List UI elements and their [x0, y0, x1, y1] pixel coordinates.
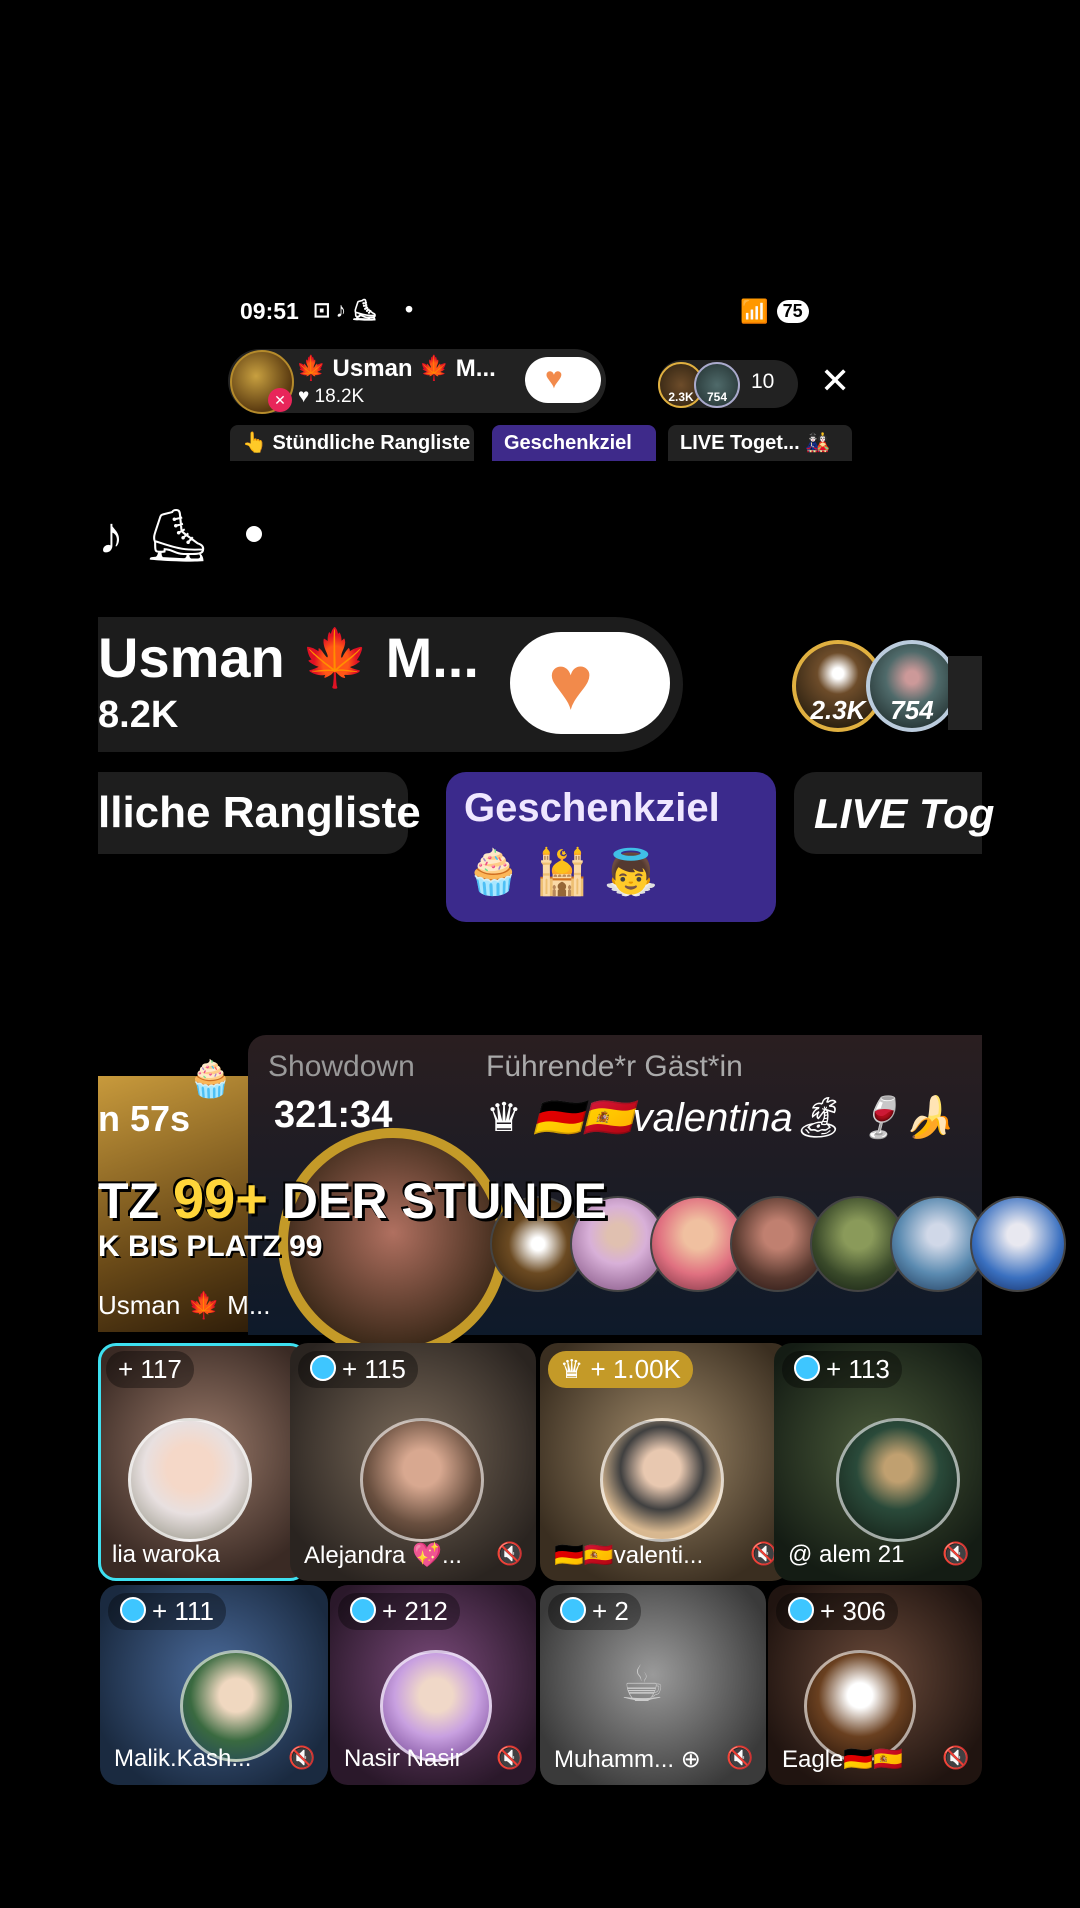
guest-name: 🇩🇪🇪🇸valenti... — [554, 1542, 704, 1569]
guest-score: ♛ + 1.00K — [560, 1354, 681, 1384]
zoomed-status-dot — [246, 526, 262, 542]
gem-icon — [350, 1597, 376, 1623]
guest-score: + 111 — [152, 1596, 214, 1626]
zoomed-host-likes: 8.2K — [98, 694, 179, 736]
gem-icon — [788, 1597, 814, 1623]
guest-score-badge: ♛ + 1.00K — [548, 1351, 693, 1388]
viewer-count[interactable]: 10 — [751, 370, 774, 394]
rank-timer: n 57s — [98, 1098, 191, 1139]
guest-avatar[interactable] — [360, 1418, 484, 1542]
tab-live-together[interactable]: LIVE Toget... 🎎 — [668, 425, 852, 461]
leading-guest-label: Führende*r Gäst*in — [486, 1050, 743, 1083]
rank-number: 99+ — [172, 1167, 268, 1230]
guest-score-badge: + 113 — [782, 1351, 902, 1388]
zoomed-app-icons: ♪⛸ — [98, 507, 231, 565]
rank-headline: TZ 99+ DER STUNDE — [98, 1166, 607, 1231]
guest-name: Alejandra 💖... — [304, 1542, 462, 1569]
zoomed-heart-icon: ♥ — [548, 641, 594, 726]
guest-name: lia waroka — [112, 1541, 221, 1568]
status-app-icons: ⊡♪⛸ — [313, 299, 383, 322]
close-icon[interactable]: ✕ — [820, 360, 850, 402]
gem-icon — [560, 1597, 586, 1623]
guest-score-badge: + 306 — [776, 1593, 898, 1630]
guest-score: + 115 — [342, 1354, 406, 1384]
gift-goal-icons: 🧁🕌👼 — [466, 848, 673, 897]
guest-avatar[interactable] — [600, 1418, 724, 1542]
muted-mic-icon: 🔇 — [726, 1745, 754, 1770]
muted-mic-icon: 🔇 — [496, 1541, 524, 1566]
guest-score: + 306 — [820, 1596, 886, 1626]
contributor-avatar[interactable] — [970, 1196, 1066, 1292]
host-name[interactable]: 🍁 Usman 🍁 M... — [296, 354, 496, 383]
guest-score-badge: + 212 — [338, 1593, 460, 1630]
leading-guest-name: ♛ 🇩🇪🇪🇸valentina🏝 🍷🍌 — [486, 1096, 955, 1140]
signal-icon: 📶 — [740, 298, 769, 324]
rank-headline-suffix: DER STUNDE — [267, 1173, 607, 1229]
guest-score: + 2 — [592, 1596, 629, 1626]
zoomed-host-name[interactable]: Usman 🍁 M... — [98, 625, 479, 691]
showdown-time: 321:34 — [274, 1094, 393, 1136]
guest-score-badge: + 111 — [108, 1593, 226, 1630]
zoomed-tab-hourly-ranking-label: lliche Rangliste — [98, 788, 421, 837]
status-dot: • — [405, 296, 414, 322]
muted-mic-icon: 🔇 — [288, 1745, 316, 1770]
live-mute-icon: ✕ — [268, 388, 292, 412]
guest-score-badge: + 115 — [298, 1351, 418, 1388]
guest-name: @ alem 21 — [788, 1541, 905, 1568]
muted-mic-icon: 🔇 — [496, 1745, 524, 1770]
empty-seat-icon: ☕ — [620, 1656, 665, 1712]
tab-hourly-ranking[interactable]: 👆 Stündliche Rangliste — [230, 425, 474, 461]
guest-avatar[interactable] — [128, 1418, 252, 1542]
zoomed-tab-live-together-label: LIVE Tog — [814, 790, 995, 837]
zoomed-viewer-pill-edge — [948, 656, 982, 730]
zoomed-top-viewer-2[interactable]: 754 — [866, 640, 958, 732]
status-right: 📶 75 — [740, 298, 809, 325]
muted-mic-icon: 🔇 — [942, 1541, 970, 1566]
top-viewer-avatar-2[interactable]: 754 — [694, 362, 740, 408]
guest-score: + 113 — [826, 1354, 890, 1384]
gem-icon — [310, 1355, 336, 1381]
guest-name: Nasir Nasir — [344, 1745, 463, 1772]
zoomed-tab-gift-goal-label: Geschenkziel — [464, 786, 720, 830]
host-likes: ♥ 18.2K — [298, 386, 365, 407]
rank-headline-prefix: TZ — [98, 1173, 173, 1229]
follow-heart-button[interactable] — [525, 357, 601, 403]
tab-gift-goal[interactable]: Geschenkziel — [492, 425, 656, 461]
rank-host-name: Usman 🍁 M... — [98, 1290, 271, 1320]
battery-badge: 75 — [776, 300, 809, 323]
guest-name: Muhamm... ⊕ — [554, 1746, 701, 1773]
guest-score: + 117 — [118, 1354, 182, 1384]
showdown-label: Showdown — [268, 1050, 415, 1083]
cookie-gift-icon: 🧁 — [188, 1058, 233, 1099]
guest-avatar[interactable] — [836, 1418, 960, 1542]
muted-mic-icon: 🔇 — [942, 1745, 970, 1770]
gem-icon — [120, 1597, 146, 1623]
guest-score: + 212 — [382, 1596, 448, 1626]
guest-score-badge: + 117 — [106, 1351, 194, 1388]
gem-icon — [794, 1355, 820, 1381]
status-time: 09:51 — [240, 298, 299, 324]
guest-name: Eagle🇩🇪🇪🇸 — [782, 1746, 904, 1773]
heart-icon: ♥ — [545, 362, 563, 395]
status-bar: 09:51 ⊡♪⛸ • 📶 75 — [240, 296, 840, 330]
guest-name: Malik.Kash... — [114, 1745, 252, 1772]
guest-score-badge: + 2 — [548, 1593, 641, 1630]
rank-subline: K BIS PLATZ 99 — [98, 1230, 323, 1263]
